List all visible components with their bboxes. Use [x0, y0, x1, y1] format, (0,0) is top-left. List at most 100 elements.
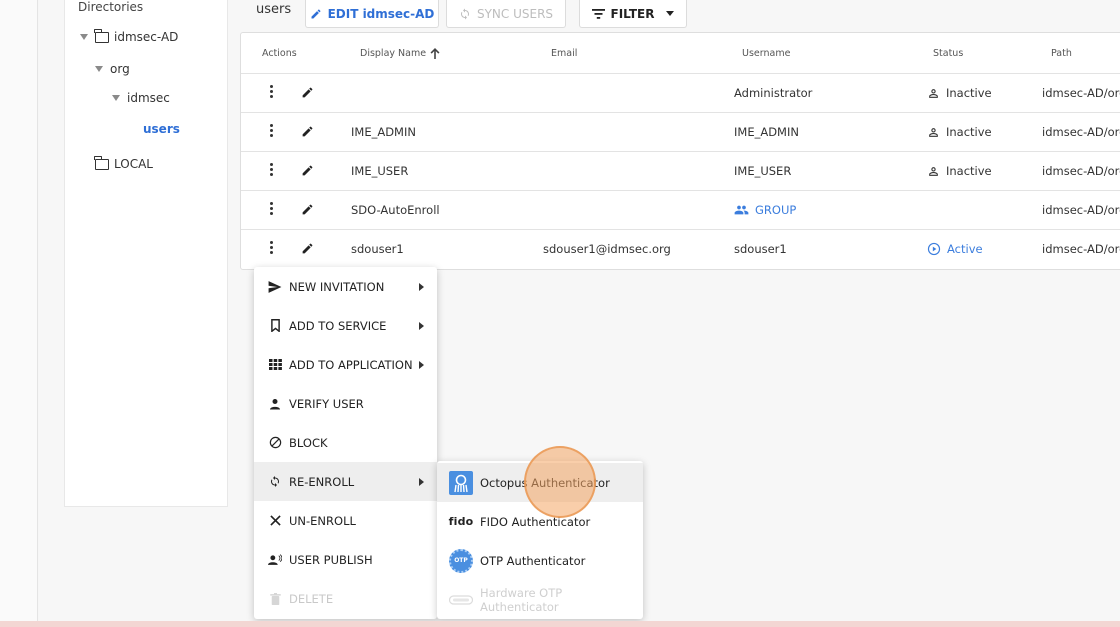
publish-icon — [268, 553, 282, 567]
menu-item-verify-user[interactable]: VERIFY USER — [254, 384, 437, 423]
tree-node-label: users — [143, 122, 180, 136]
submenu-item-otp-authenticator[interactable]: OTP OTP Authenticator — [437, 541, 643, 580]
tree-title: Directories — [78, 0, 144, 14]
sync-icon — [460, 8, 469, 19]
menu-item-delete: DELETE — [254, 579, 437, 618]
cell-status: Active — [927, 242, 983, 256]
users-table: Actions Display Name Email Username Stat… — [240, 32, 1120, 270]
submenu-item-octopus-authenticator[interactable]: Octopus Authenticator — [437, 463, 643, 502]
more-vert-icon[interactable] — [270, 241, 274, 255]
sync-users-label: SYNC USERS — [476, 6, 554, 21]
fido-logo-text: fido — [448, 515, 474, 528]
play-circle-icon — [927, 242, 941, 256]
status-text: Inactive — [946, 125, 992, 139]
menu-item-new-invitation[interactable]: NEW INVITATION — [254, 267, 437, 306]
edit-icon[interactable] — [301, 164, 314, 177]
chevron-right-icon — [419, 283, 424, 291]
more-vert-icon[interactable] — [270, 85, 274, 99]
group-link[interactable]: GROUP — [755, 203, 796, 217]
more-vert-icon[interactable] — [270, 163, 274, 177]
edit-icon[interactable] — [301, 242, 314, 255]
tree-node-label: idmsec — [127, 91, 170, 105]
cell-display-name: IME_USER — [351, 164, 409, 178]
sort-ascending-icon[interactable] — [430, 48, 440, 59]
cell-username: sdouser1 — [734, 242, 787, 256]
tree-node-org[interactable]: org — [95, 62, 130, 76]
close-icon — [268, 514, 282, 528]
table-row[interactable]: IME_ADMIN IME_ADMIN Inactive idmsec-AD/o… — [241, 112, 1120, 151]
tree-node-idmsec[interactable]: idmsec — [112, 91, 170, 105]
block-icon — [268, 436, 282, 450]
folder-icon — [94, 155, 109, 170]
cell-path: idmsec-AD/org/ — [1042, 125, 1120, 139]
submenu-item-fido-authenticator[interactable]: fido FIDO Authenticator — [437, 502, 643, 541]
tree-node-label: idmsec-AD — [114, 30, 179, 44]
column-header-label: Display Name — [360, 48, 427, 59]
menu-item-block[interactable]: BLOCK — [254, 423, 437, 462]
submenu-item-label: OTP Authenticator — [480, 553, 586, 568]
cell-username: GROUP — [734, 203, 796, 217]
submenu-item-label: Hardware OTP Authenticator — [480, 585, 563, 614]
person-icon — [268, 397, 282, 411]
person-outline-icon — [929, 88, 938, 98]
cell-path: idmsec-AD/org/ — [1042, 164, 1120, 178]
menu-item-label: NEW INVITATION — [289, 279, 385, 294]
tree-node-local[interactable]: LOCAL — [94, 155, 153, 171]
otp-icon: OTP — [449, 548, 473, 573]
chevron-down-icon — [666, 11, 675, 16]
edit-directory-button[interactable]: EDIT idmsec-AD — [305, 0, 439, 28]
hardware-token-icon — [449, 588, 473, 612]
expand-icon[interactable] — [112, 95, 120, 101]
menu-item-label: USER PUBLISH — [289, 552, 373, 567]
cell-username: IME_USER — [734, 164, 792, 178]
grid-icon — [268, 358, 282, 372]
status-text: Inactive — [946, 86, 992, 100]
column-header-display-name[interactable]: Display Name — [360, 48, 440, 59]
cell-path: idmsec-AD/org/ — [1042, 86, 1120, 100]
octopus-icon — [449, 470, 473, 495]
chevron-right-icon — [419, 322, 424, 330]
edit-icon[interactable] — [301, 86, 314, 99]
table-row[interactable]: sdouser1 sdouser1@idmsec.org sdouser1 Ac… — [241, 229, 1120, 270]
re-enroll-submenu: Octopus Authenticator fido FIDO Authenti… — [437, 461, 643, 619]
menu-item-label: UN-ENROLL — [289, 513, 356, 528]
tree-node-idmsec-ad[interactable]: idmsec-AD — [80, 28, 179, 44]
row-context-menu: NEW INVITATION ADD TO SERVICE ADD TO APP… — [254, 267, 437, 619]
tree-node-label: org — [110, 62, 130, 76]
table-row[interactable]: IME_USER IME_USER Inactive idmsec-AD/org… — [241, 151, 1120, 190]
column-header-status[interactable]: Status — [933, 48, 963, 59]
person-outline-icon — [929, 166, 938, 176]
send-icon — [268, 280, 282, 294]
menu-item-re-enroll[interactable]: RE-ENROLL — [254, 462, 437, 501]
menu-item-user-publish[interactable]: USER PUBLISH — [254, 540, 437, 579]
submenu-item-hardware-otp-authenticator: Hardware OTP Authenticator — [437, 580, 643, 619]
filter-button[interactable]: FILTER — [579, 0, 687, 28]
more-vert-icon[interactable] — [270, 202, 274, 216]
more-vert-icon[interactable] — [270, 124, 274, 138]
menu-item-un-enroll[interactable]: UN-ENROLL — [254, 501, 437, 540]
submenu-item-label: Octopus Authenticator — [480, 475, 610, 490]
cell-display-name: sdouser1 — [351, 242, 404, 256]
column-header-username[interactable]: Username — [742, 48, 790, 59]
menu-item-add-to-application[interactable]: ADD TO APPLICATION — [254, 345, 437, 384]
status-text: Active — [947, 242, 983, 256]
expand-icon[interactable] — [80, 34, 88, 40]
column-header-email[interactable]: Email — [551, 48, 577, 59]
expand-icon[interactable] — [95, 66, 103, 72]
column-header-actions: Actions — [262, 48, 297, 59]
menu-item-label: RE-ENROLL — [289, 474, 355, 489]
cell-status: Inactive — [927, 125, 992, 139]
person-outline-icon — [929, 127, 938, 137]
table-row[interactable]: SDO-AutoEnroll GROUP idmsec-AD/org/ — [241, 190, 1120, 229]
bookmark-icon — [268, 319, 282, 333]
current-directory-label: users — [256, 2, 292, 17]
column-header-path[interactable]: Path — [1051, 48, 1072, 59]
table-row[interactable]: Administrator Inactive idmsec-AD/org/ — [241, 73, 1120, 112]
menu-item-add-to-service[interactable]: ADD TO SERVICE — [254, 306, 437, 345]
tree-node-users[interactable]: users — [143, 122, 180, 136]
edit-icon[interactable] — [301, 203, 314, 216]
fido-icon: fido — [448, 510, 474, 534]
cell-status: Inactive — [927, 86, 992, 100]
edit-icon[interactable] — [301, 125, 314, 138]
sync-users-button[interactable]: SYNC USERS — [446, 0, 566, 28]
